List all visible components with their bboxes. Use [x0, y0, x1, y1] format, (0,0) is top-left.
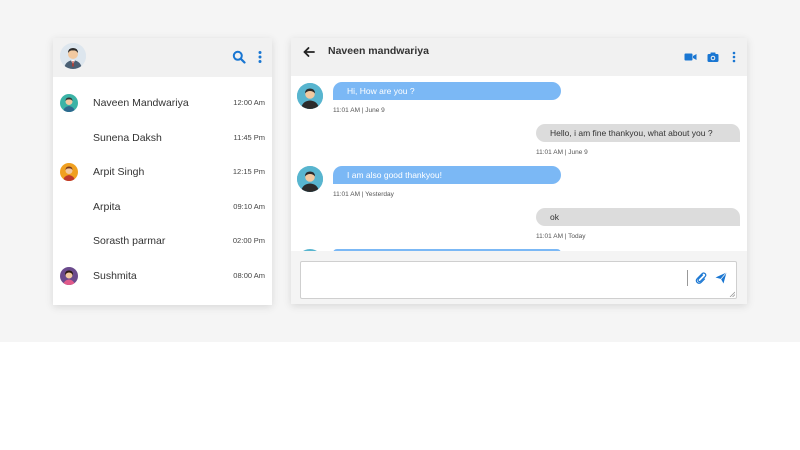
message-bubble: I am also good thankyou!	[333, 166, 561, 184]
contact-name: Sorasth parmar	[93, 235, 166, 247]
message-bubble: Hi, How are you ?	[333, 82, 561, 100]
chat-title: Naveen mandwariya	[328, 45, 429, 57]
contact-time: 02:00 Pm	[232, 236, 265, 245]
contact-item[interactable]: Naveen Mandwariya 12:00 Am	[53, 87, 272, 122]
contact-name: Sunena Daksh	[93, 131, 162, 144]
message-timestamp: 11:01 AM | June 9	[536, 149, 588, 156]
contact-item[interactable]: Sorasth parmar 02:00 Pm	[53, 225, 272, 260]
input-divider	[687, 270, 688, 286]
message-composer	[291, 251, 747, 304]
avatar-purple	[60, 266, 78, 285]
message-timestamp: 11:01 AM | Today	[536, 233, 586, 240]
more-vertical-icon[interactable]	[253, 50, 267, 64]
message-input[interactable]	[300, 261, 737, 299]
sender-avatar	[297, 83, 323, 109]
resize-grip-icon[interactable]	[729, 291, 735, 297]
more-vertical-icon[interactable]	[729, 51, 739, 63]
my-avatar[interactable]	[60, 43, 86, 69]
contact-name: Naveen Mandwariya	[93, 97, 189, 109]
contact-name: Sushmita	[93, 269, 137, 282]
camera-icon[interactable]	[707, 51, 719, 63]
contact-item[interactable]: Sushmita 08:00 Am	[53, 260, 272, 295]
contact-time: 12:00 Am	[233, 98, 265, 107]
message-bubble: Hello, i am fine thankyou, what about yo…	[536, 124, 740, 142]
search-icon[interactable]	[232, 50, 246, 64]
contacts-header	[53, 38, 272, 77]
contact-name: Arpit Singh	[93, 166, 145, 178]
contact-item[interactable]: Arpit Singh 12:15 Pm	[53, 156, 272, 191]
message-timestamp: 11:01 AM | June 9	[333, 107, 385, 114]
arrow-left-icon[interactable]	[302, 45, 316, 59]
contact-item[interactable]: Sunena Daksh 11:45 Pm	[53, 122, 272, 157]
contact-list: Naveen Mandwariya 12:00 Am Sunena Daksh …	[53, 77, 272, 294]
send-icon[interactable]	[715, 272, 727, 284]
contact-name: Arpita	[93, 200, 121, 213]
contact-time: 12:15 Pm	[232, 167, 265, 176]
contact-time: 11:45 Pm	[233, 132, 265, 142]
message-bubble: ok	[536, 208, 740, 226]
chat-panel: Naveen mandwariya Hi, How are you ? 11:0…	[291, 38, 747, 304]
message-list[interactable]: Hi, How are you ? 11:01 AM | June 9 Hell…	[291, 76, 747, 251]
contact-time: 08:00 Am	[233, 270, 265, 280]
message-timestamp: 11:01 AM | Yesterday	[333, 191, 394, 198]
contact-item[interactable]: Arpita 09:10 Am	[53, 191, 272, 226]
contact-time: 09:10 Am	[233, 201, 265, 211]
contacts-panel: Naveen Mandwariya 12:00 Am Sunena Daksh …	[53, 38, 272, 305]
avatar-orange	[60, 163, 78, 181]
chat-header: Naveen mandwariya	[291, 38, 747, 76]
paperclip-icon[interactable]	[695, 272, 707, 284]
video-camera-icon[interactable]	[684, 51, 697, 63]
avatar-teal	[60, 94, 78, 112]
sender-avatar	[297, 166, 323, 192]
